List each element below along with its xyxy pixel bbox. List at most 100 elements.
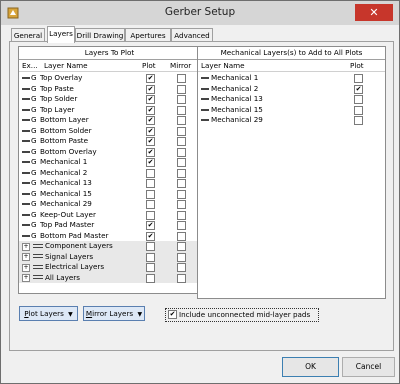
mirror-checkbox[interactable]	[177, 95, 186, 104]
layer-name-label: Bottom Paste	[40, 136, 89, 145]
layer-ext-label: G	[31, 230, 37, 240]
mirror-checkbox[interactable]	[177, 84, 186, 94]
plot-checkbox[interactable]: ✔	[146, 147, 155, 157]
mirror-checkbox[interactable]	[177, 126, 186, 136]
mechanical-row: Mechanical 29	[198, 115, 385, 126]
plot-checkbox[interactable]	[146, 252, 155, 262]
plot-checkbox[interactable]	[146, 200, 155, 209]
mirror-checkbox[interactable]	[177, 252, 186, 262]
close-button[interactable]: ✕	[355, 4, 393, 21]
layer-line-icon	[22, 140, 30, 142]
plot-checkbox[interactable]: ✔	[146, 74, 155, 83]
mirror-checkbox[interactable]	[177, 263, 186, 272]
expand-plus-icon[interactable]: +	[22, 253, 30, 261]
include-unconnected-label: Include unconnected mid-layer pads	[179, 310, 311, 319]
tab-advanced[interactable]: Advanced	[171, 28, 213, 42]
chevron-down-icon: ▼	[137, 311, 143, 318]
layer-row: G Mechanical 29	[19, 199, 200, 210]
column-header-plot[interactable]: Plot	[142, 61, 156, 70]
layer-row: G Bottom Pad Master ✔	[19, 231, 200, 242]
plot-checkbox[interactable]: ✔	[146, 221, 155, 230]
layer-line-icon	[201, 77, 209, 79]
column-header-layer-name[interactable]: Layer Name	[201, 61, 245, 70]
plot-checkbox[interactable]	[146, 242, 155, 251]
mechanical-plot-checkbox[interactable]: ✔	[354, 84, 363, 94]
mechanical-plot-checkbox[interactable]	[354, 74, 363, 83]
layer-line-icon	[22, 234, 30, 237]
plot-checkbox[interactable]	[146, 210, 155, 220]
plot-checkbox[interactable]	[146, 263, 155, 272]
layer-group-row[interactable]: + All Layers	[19, 272, 200, 283]
layers-to-plot-group: Layers To Plot Ex... Layer Name Plot Mir…	[18, 46, 201, 294]
mirror-checkbox[interactable]	[177, 158, 186, 167]
plot-checkbox[interactable]	[146, 179, 155, 188]
mirror-layers-label: irror Layers	[92, 309, 134, 318]
tab-drill-drawing[interactable]: Drill Drawing	[75, 28, 125, 42]
plot-layers-button[interactable]: Plot Layers ▼	[19, 306, 78, 321]
layers-tab-panel: Layers To Plot Ex... Layer Name Plot Mir…	[9, 41, 394, 351]
layer-group-row[interactable]: + Signal Layers	[19, 251, 200, 262]
layer-stack-icon	[33, 254, 43, 255]
column-header-mirror[interactable]: Mirror	[170, 61, 191, 70]
mechanical-plot-checkbox[interactable]	[354, 116, 363, 125]
layer-group-row[interactable]: + Electrical Layers	[19, 262, 200, 273]
layers-to-plot-column-headers: Ex... Layer Name Plot Mirror	[19, 60, 200, 72]
layer-group-row[interactable]: + Component Layers	[19, 241, 200, 252]
layer-name-label: Bottom Pad Master	[40, 230, 109, 240]
layer-row: G Top Layer ✔	[19, 105, 200, 116]
column-header-plot[interactable]: Plot	[350, 61, 364, 70]
plot-checkbox[interactable]: ✔	[146, 116, 155, 125]
plot-checkbox[interactable]	[146, 273, 155, 283]
layer-name-label: Keep-Out Layer	[40, 209, 96, 219]
plot-checkbox[interactable]: ✔	[146, 126, 155, 136]
layer-line-icon	[22, 224, 30, 226]
plot-checkbox[interactable]	[146, 189, 155, 199]
plot-checkbox[interactable]	[146, 168, 155, 178]
expand-plus-icon[interactable]: +	[22, 274, 30, 282]
mirror-checkbox[interactable]	[177, 74, 186, 83]
mechanical-plot-checkbox[interactable]	[354, 95, 363, 104]
mirror-checkbox[interactable]	[177, 116, 186, 125]
plot-checkbox[interactable]: ✔	[146, 95, 155, 104]
mirror-checkbox[interactable]	[177, 210, 186, 220]
layer-row: G Bottom Paste ✔	[19, 136, 200, 147]
column-header-ext[interactable]: Ex...	[22, 61, 38, 70]
mirror-checkbox[interactable]	[177, 189, 186, 199]
mirror-layers-button[interactable]: Mirror Layers ▼	[83, 306, 145, 321]
mirror-checkbox[interactable]	[177, 221, 186, 230]
include-unconnected-option[interactable]: ✔ Include unconnected mid-layer pads	[165, 308, 319, 322]
mirror-checkbox[interactable]	[177, 200, 186, 209]
mirror-checkbox[interactable]	[177, 137, 186, 146]
mechanical-row: Mechanical 2 ✔	[198, 84, 385, 95]
mirror-checkbox[interactable]	[177, 179, 186, 188]
include-unconnected-checkbox[interactable]: ✔	[168, 310, 177, 319]
mirror-checkbox[interactable]	[177, 147, 186, 157]
tab-general[interactable]: General	[11, 28, 45, 42]
plot-checkbox[interactable]: ✔	[146, 84, 155, 94]
plot-checkbox[interactable]: ✔	[146, 158, 155, 167]
expand-plus-icon[interactable]: +	[22, 263, 30, 272]
layer-ext-label: G	[31, 199, 37, 208]
layer-name-label: Top Pad Master	[40, 220, 95, 229]
ok-button[interactable]: OK	[282, 357, 339, 377]
mirror-checkbox[interactable]	[177, 168, 186, 178]
plot-checkbox[interactable]: ✔	[146, 105, 155, 115]
mirror-checkbox[interactable]	[177, 273, 186, 283]
layer-name-label: Bottom Layer	[40, 115, 89, 124]
layer-line-icon	[201, 98, 209, 100]
plot-checkbox[interactable]: ✔	[146, 231, 155, 241]
mirror-checkbox[interactable]	[177, 105, 186, 115]
layer-group-label: Electrical Layers	[45, 262, 105, 271]
column-header-layer-name[interactable]: Layer Name	[44, 61, 88, 70]
layer-ext-label: G	[31, 73, 37, 82]
mirror-checkbox[interactable]	[177, 242, 186, 251]
layer-line-icon	[22, 203, 30, 205]
plot-checkbox[interactable]: ✔	[146, 137, 155, 146]
mirror-checkbox[interactable]	[177, 231, 186, 241]
tab-layers[interactable]: Layers	[47, 26, 75, 43]
expand-plus-icon[interactable]: +	[22, 242, 30, 251]
tab-apertures[interactable]: Apertures	[125, 28, 171, 42]
mechanical-plot-checkbox[interactable]	[354, 105, 363, 115]
layer-ext-label: G	[31, 157, 37, 166]
cancel-button[interactable]: Cancel	[342, 357, 395, 377]
